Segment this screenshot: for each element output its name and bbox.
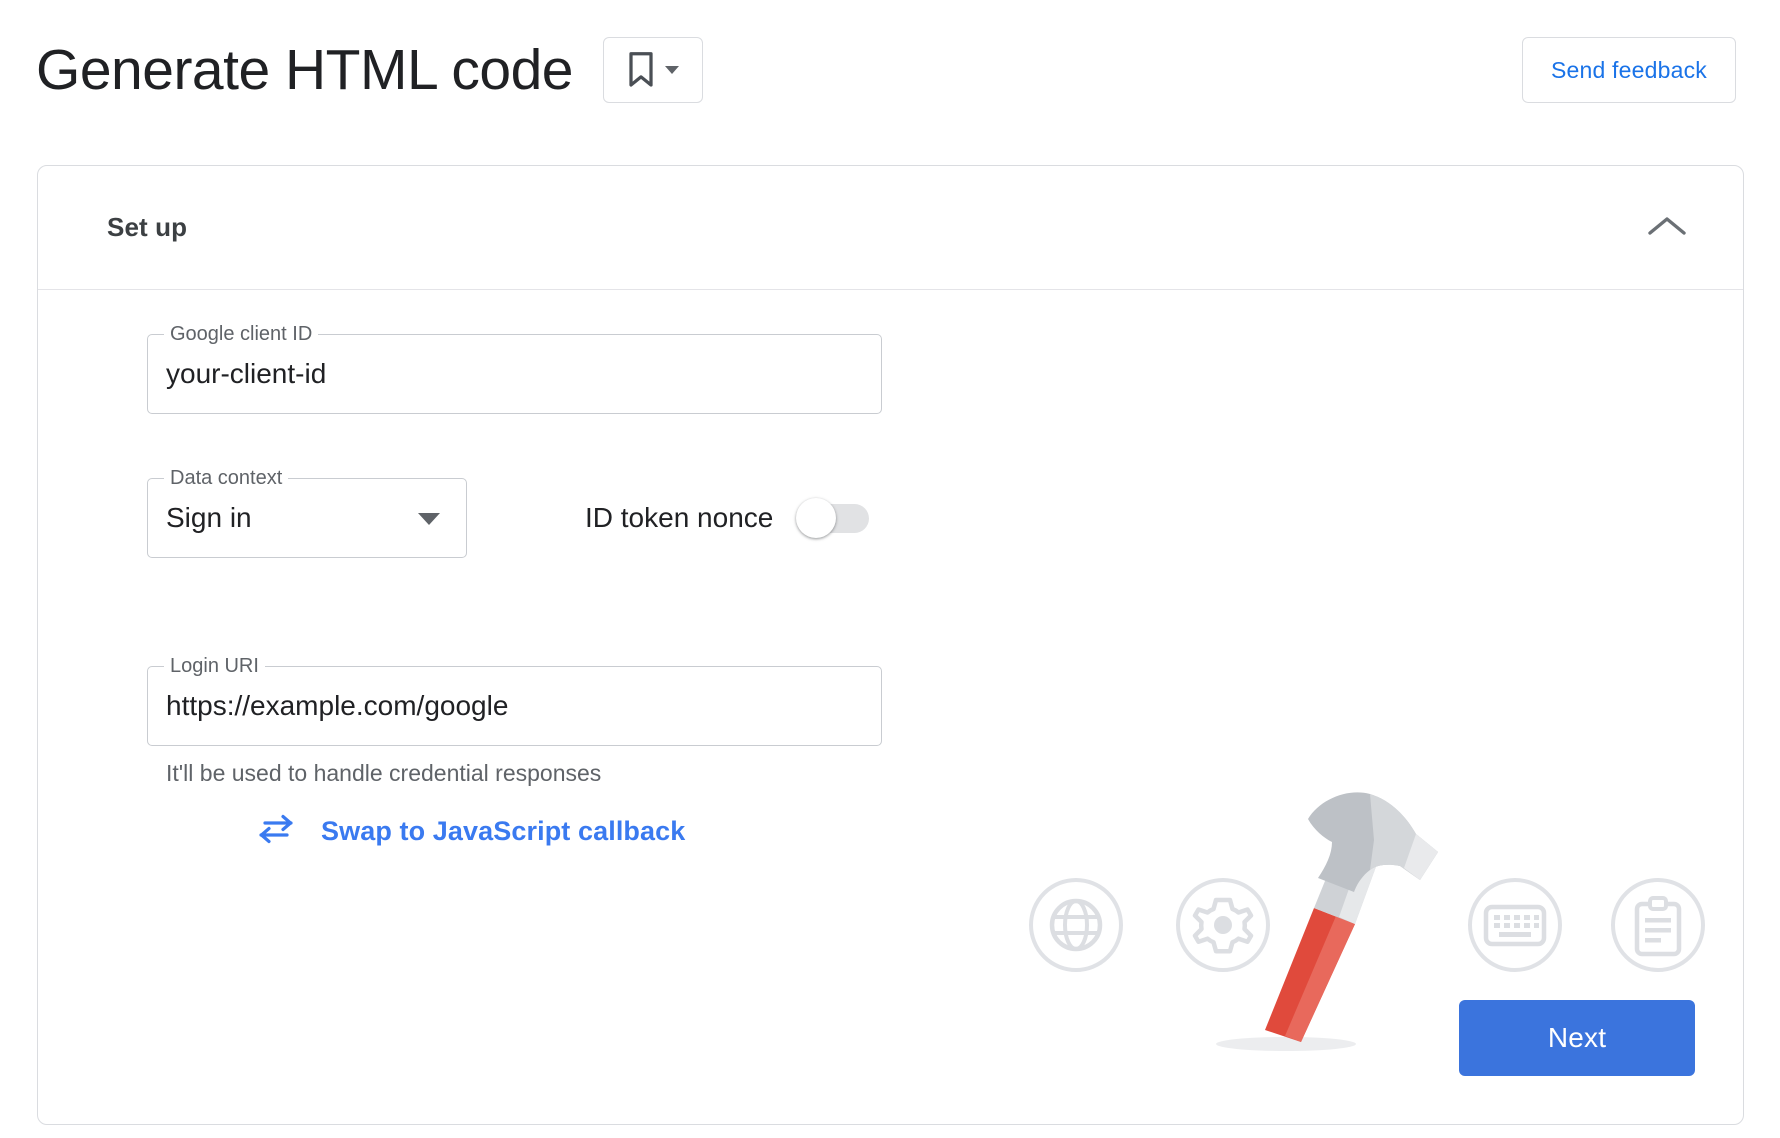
google-client-id-input[interactable] — [166, 334, 856, 414]
globe-icon — [1029, 878, 1123, 972]
chevron-up-icon — [1646, 213, 1688, 242]
google-client-id-field[interactable]: Google client ID — [147, 322, 882, 414]
hammer-handle — [1265, 908, 1355, 1042]
login-uri-field[interactable]: Login URI — [147, 654, 882, 746]
id-token-nonce-label: ID token nonce — [585, 502, 774, 533]
id-token-nonce-row: ID token nonce — [585, 478, 870, 558]
clipboard-icon — [1611, 878, 1705, 972]
login-uri-helper-text: It'll be used to handle credential respo… — [166, 760, 602, 786]
swap-horizontal-icon — [257, 814, 295, 849]
bookmark-icon — [626, 51, 656, 89]
data-context-select[interactable]: Data context Sign in — [147, 466, 467, 558]
setup-card: Set up Google client ID Data context Sig… — [37, 165, 1744, 1125]
send-feedback-button[interactable]: Send feedback — [1521, 37, 1736, 103]
page-title: Generate HTML code — [36, 37, 573, 102]
title-group: Generate HTML code — [36, 37, 703, 103]
section-title: Set up — [107, 212, 188, 242]
keyboard-icon — [1468, 878, 1562, 972]
swap-link-label: Swap to JavaScript callback — [321, 816, 686, 846]
collapse-section-button[interactable] — [1639, 200, 1695, 256]
next-button[interactable]: Next — [1459, 1000, 1695, 1076]
hammer-head — [1308, 792, 1438, 892]
data-context-value: Sign in — [166, 502, 252, 533]
page-header: Generate HTML code Send feedback — [0, 0, 1780, 140]
setup-card-header[interactable]: Set up — [38, 166, 1743, 290]
swap-to-javascript-callback-link[interactable]: Swap to JavaScript callback — [257, 814, 685, 849]
bookmark-button[interactable] — [602, 37, 703, 103]
login-uri-input[interactable] — [166, 666, 856, 746]
chevron-down-icon — [665, 66, 680, 74]
id-token-nonce-toggle[interactable] — [796, 498, 870, 538]
gear-icon — [1176, 878, 1270, 972]
hammer-shadow — [1216, 1037, 1356, 1051]
dropdown-arrow-icon — [418, 513, 440, 525]
setup-card-body: Google client ID Data context Sign in ID… — [38, 290, 1743, 1124]
